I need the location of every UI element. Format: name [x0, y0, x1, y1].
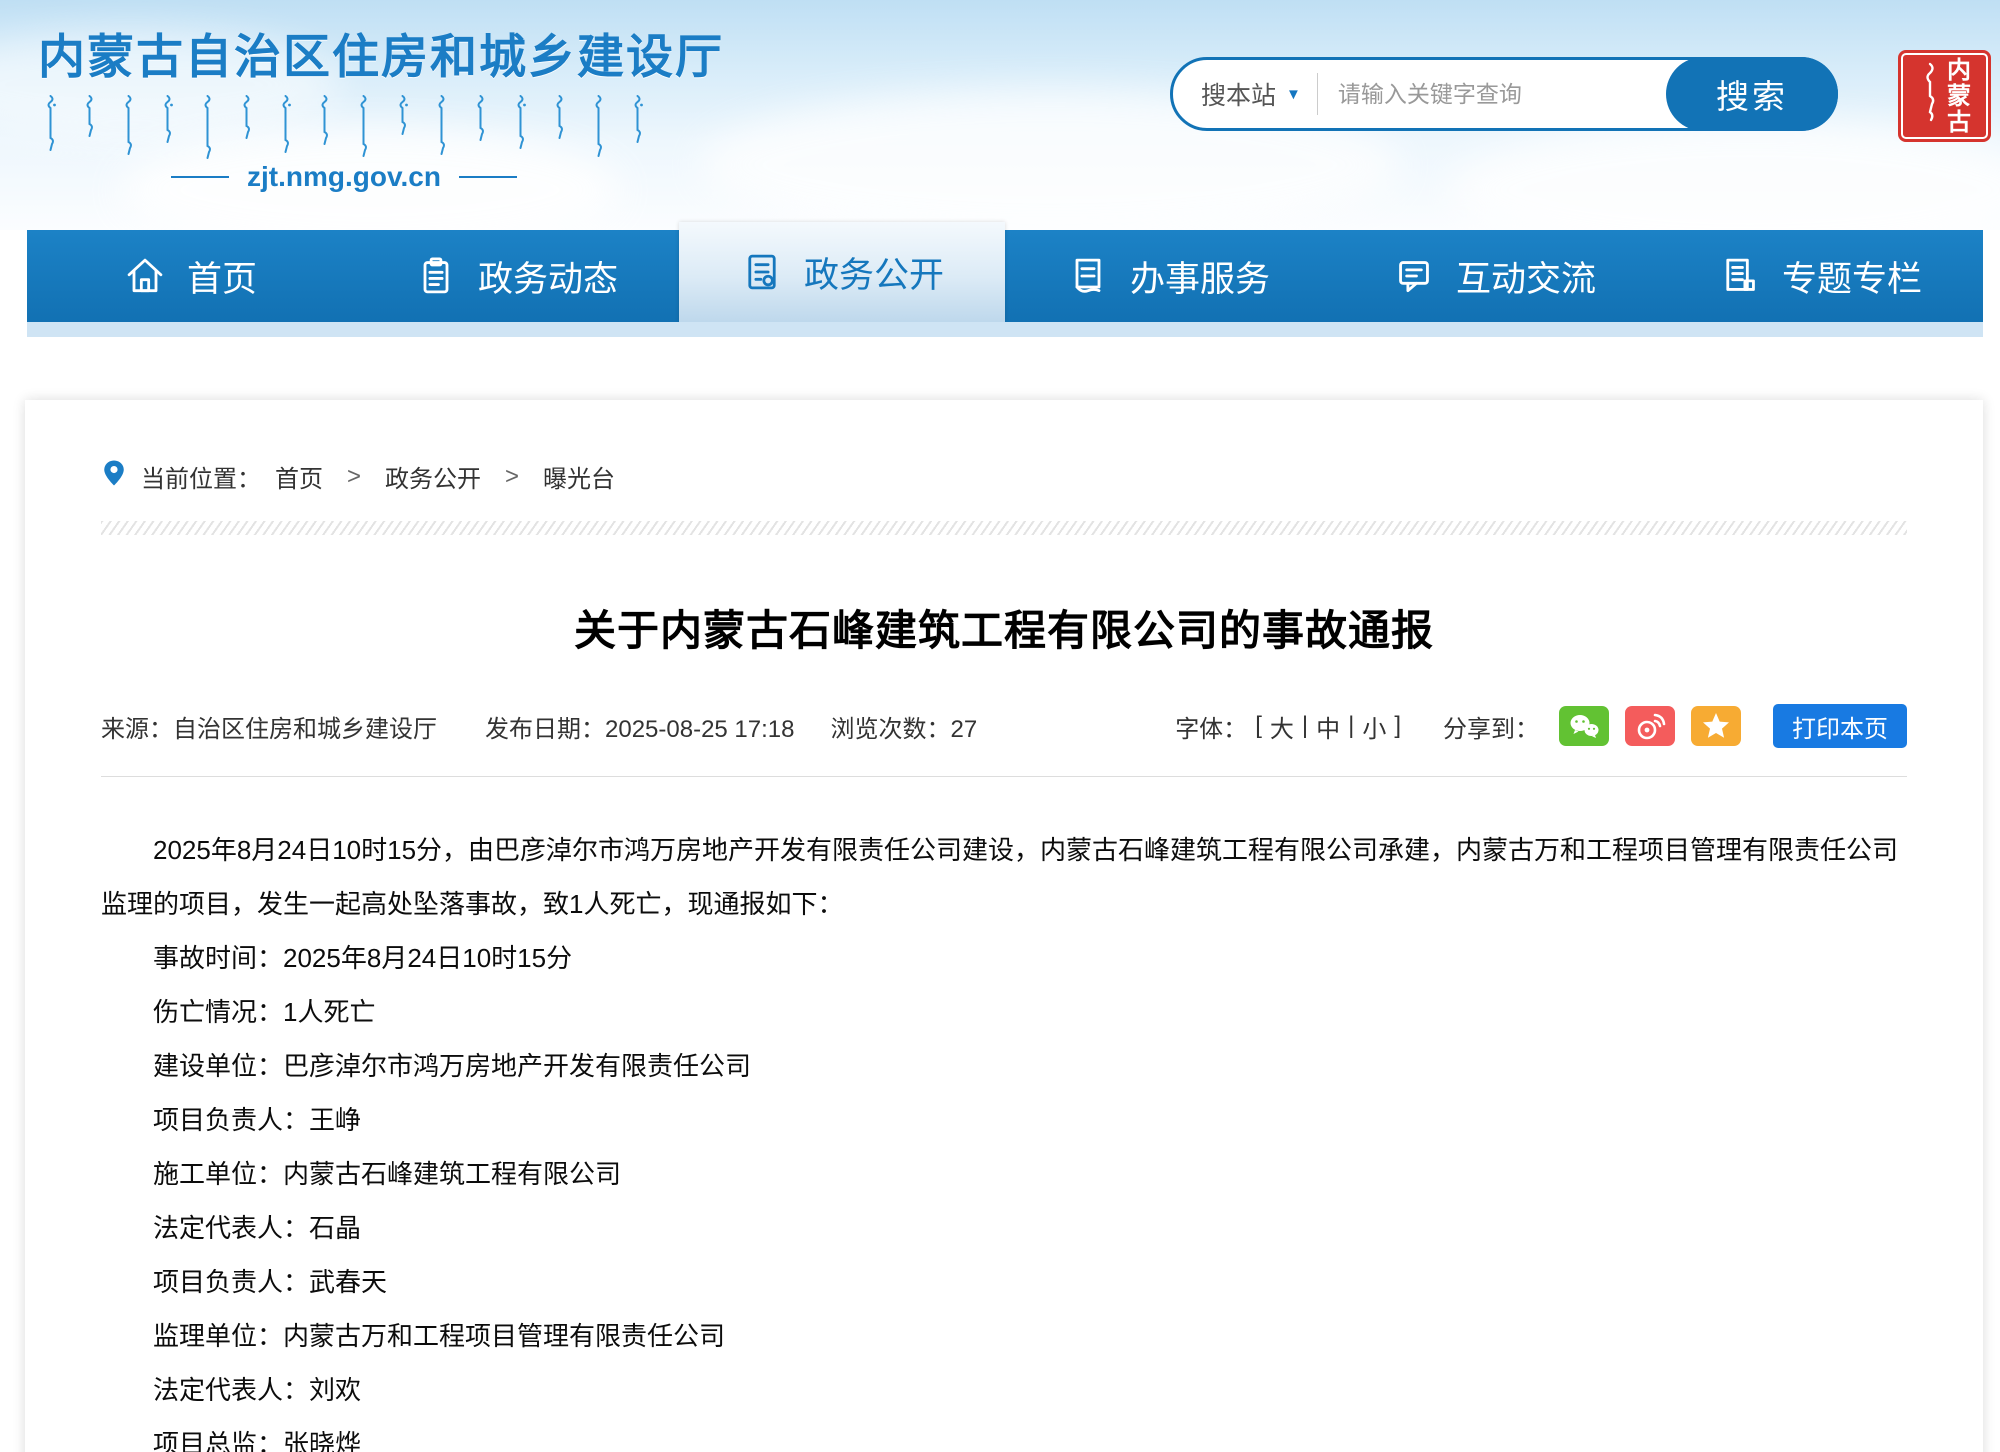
official-seal: 内蒙古	[1898, 50, 1991, 142]
nav-item-label: 政务动态	[478, 251, 618, 302]
font-size-control: 字体： [ 大 | 中 | 小 ]	[1175, 709, 1401, 744]
breadcrumb-separator: >	[505, 463, 519, 491]
search-scope-label: 搜本站	[1201, 76, 1276, 112]
newspaper-icon	[1718, 254, 1762, 298]
qzone-star-icon[interactable]	[1691, 706, 1741, 746]
font-size-large[interactable]: 大	[1270, 709, 1294, 744]
search-scope-dropdown[interactable]: 搜本站 ▼	[1173, 76, 1311, 112]
meta-source: 来源：自治区住房和城乡建设厅	[101, 709, 437, 744]
breadcrumb-location-label: 当前位置：	[141, 459, 261, 494]
clipboard-icon	[414, 254, 458, 298]
article-meta: 来源：自治区住房和城乡建设厅 发布日期：2025-08-25 17:18 浏览次…	[101, 704, 1907, 748]
meta-date: 发布日期：2025-08-25 17:18	[485, 709, 795, 744]
chat-icon	[1392, 254, 1436, 298]
site-domain-row: zjt.nmg.gov.cn	[38, 161, 650, 193]
nav-item-disclosure[interactable]: 政务公开	[679, 222, 1005, 322]
site-title: 内蒙古自治区住房和城乡建设厅	[38, 18, 650, 87]
breadcrumb-item-disclosure[interactable]: 政务公开	[385, 459, 481, 494]
font-size-label: 字体：	[1175, 709, 1247, 744]
nav-item-label: 互动交流	[1456, 251, 1596, 302]
field-row: 事故时间：2025年8月24日10时15分	[101, 931, 1907, 985]
chevron-down-icon: ▼	[1286, 86, 1301, 103]
scroll-icon	[1066, 254, 1110, 298]
weibo-share-button[interactable]	[1625, 706, 1675, 746]
nav-item-special[interactable]: 专题专栏	[1657, 230, 1983, 322]
seal-mongolian-script	[1922, 62, 1938, 131]
nav-item-label: 专题专栏	[1782, 251, 1922, 302]
nav-item-interaction[interactable]: 互动交流	[1331, 230, 1657, 322]
home-icon	[123, 254, 167, 298]
search-button[interactable]: 搜索	[1666, 57, 1838, 131]
nav-item-label: 政务公开	[804, 247, 944, 298]
wechat-share-button[interactable]	[1559, 706, 1609, 746]
divider	[1317, 73, 1318, 115]
document-list-icon	[740, 250, 784, 294]
nav-item-services[interactable]: 办事服务	[1005, 230, 1331, 322]
site-search: 搜本站 ▼ 搜索	[1170, 57, 1838, 131]
field-row: 项目总监：张晓烨	[101, 1417, 1907, 1452]
nav-item-label: 首页	[187, 251, 257, 302]
divider-line	[171, 176, 229, 178]
nav-bottom-strip	[27, 322, 1983, 337]
field-row: 监理单位：内蒙古万和工程项目管理有限责任公司	[101, 1309, 1907, 1363]
print-page-button[interactable]: 打印本页	[1773, 704, 1907, 748]
nav-item-home[interactable]: 首页	[27, 230, 353, 322]
meta-views: 浏览次数：27	[831, 709, 978, 744]
nav-item-news[interactable]: 政务动态	[353, 230, 679, 322]
content-box: 当前位置： 首页 > 政务公开 > 曝光台 关于内蒙古石峰建筑工程有限公司的事故…	[25, 400, 1983, 1452]
hatched-divider	[101, 521, 1907, 535]
article-paragraph: 2025年8月24日10时15分，由巴彦淖尔市鸿万房地产开发有限责任公司建设，内…	[101, 823, 1907, 931]
article-body: 2025年8月24日10时15分，由巴彦淖尔市鸿万房地产开发有限责任公司建设，内…	[101, 823, 1907, 1452]
font-size-medium[interactable]: 中	[1316, 709, 1340, 744]
page: 内蒙古自治区住房和城乡建设厅 zjt.nmg.gov.cn 搜本站 ▼ 搜索 内…	[0, 0, 2000, 1452]
site-header: 内蒙古自治区住房和城乡建设厅 zjt.nmg.gov.cn 搜本站 ▼ 搜索 内…	[0, 0, 2000, 230]
breadcrumb-item-home[interactable]: 首页	[275, 459, 323, 494]
field-row: 项目负责人：王峥	[101, 1093, 1907, 1147]
breadcrumb: 当前位置： 首页 > 政务公开 > 曝光台	[101, 400, 1907, 495]
share-label: 分享到：	[1443, 709, 1539, 744]
page-title: 关于内蒙古石峰建筑工程有限公司的事故通报	[101, 597, 1907, 658]
site-domain: zjt.nmg.gov.cn	[247, 161, 441, 193]
location-pin-icon	[101, 458, 127, 495]
field-row: 法定代表人：刘欢	[101, 1363, 1907, 1417]
breadcrumb-item-exposure[interactable]: 曝光台	[543, 459, 615, 494]
mongolian-script	[38, 95, 650, 157]
meta-right: 字体： [ 大 | 中 | 小 ] 分享到：	[1175, 704, 1907, 748]
divider-line	[459, 176, 517, 178]
main-nav: 首页 政务动态 政务公开	[27, 230, 1983, 322]
meta-left: 来源：自治区住房和城乡建设厅 发布日期：2025-08-25 17:18 浏览次…	[101, 709, 977, 744]
nav-item-label: 办事服务	[1130, 251, 1270, 302]
field-row: 建设单位：巴彦淖尔市鸿万房地产开发有限责任公司	[101, 1039, 1907, 1093]
field-row: 施工单位：内蒙古石峰建筑工程有限公司	[101, 1147, 1907, 1201]
field-row: 法定代表人：石晶	[101, 1201, 1907, 1255]
font-size-small[interactable]: 小	[1362, 709, 1386, 744]
site-logo[interactable]: 内蒙古自治区住房和城乡建设厅 zjt.nmg.gov.cn	[38, 18, 650, 193]
field-row: 项目负责人：武春天	[101, 1255, 1907, 1309]
meta-divider	[101, 776, 1907, 777]
seal-text: 内蒙古	[1944, 57, 1968, 135]
field-row: 伤亡情况：1人死亡	[101, 985, 1907, 1039]
breadcrumb-separator: >	[347, 463, 361, 491]
